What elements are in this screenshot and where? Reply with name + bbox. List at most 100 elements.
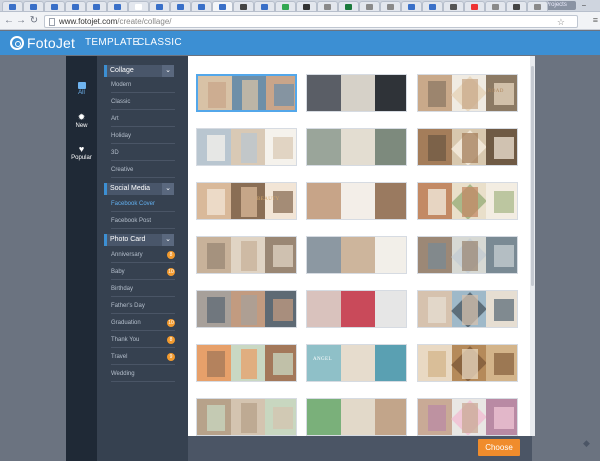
template-photo-block [494,353,514,375]
browser-tab[interactable] [275,1,296,11]
category-item[interactable]: Birthday [111,281,175,297]
tab-favicon-icon [240,4,247,10]
browser-tab[interactable] [380,1,401,11]
rail-item-popular[interactable]: ♥ Popular [66,144,97,161]
browser-tab[interactable] [422,1,443,11]
category-item[interactable]: Anniversary 8 [111,247,175,263]
browser-tab[interactable] [527,1,548,11]
category-item[interactable]: Classic [111,94,175,110]
template-thumbnail[interactable] [417,182,518,220]
browser-tab[interactable] [485,1,506,11]
browser-tab[interactable] [23,1,44,11]
category-header-social-media[interactable]: Social Media ⌄ [104,183,174,195]
category-item[interactable]: Baby 10 [111,264,175,280]
bookmark-star-icon[interactable]: ☆ [557,17,565,28]
category-item[interactable]: Creative [111,162,175,178]
template-photo-block [241,349,257,379]
template-thumbnail[interactable] [196,344,297,382]
category-item[interactable]: Facebook Post [111,213,175,229]
browser-menu-icon[interactable]: ≡ [593,15,598,25]
browser-tab[interactable] [65,1,86,11]
category-item[interactable]: 3D [111,145,175,161]
category-item[interactable]: Modern [111,77,175,93]
reload-icon[interactable]: ↻ [28,15,40,27]
browser-tab[interactable] [359,1,380,11]
browser-tab[interactable] [506,1,527,11]
category-item[interactable]: Graduation 10 [111,315,175,331]
template-thumbnail[interactable]: BEAUTY [196,182,297,220]
vertical-scrollbar[interactable] [530,56,535,436]
category-item[interactable]: Holiday [111,128,175,144]
scroll-top-icon[interactable]: ◆ [583,438,590,449]
chevron-down-icon[interactable]: ⌄ [162,183,174,195]
template-thumbnail[interactable] [417,128,518,166]
category-header-photo-card[interactable]: Photo Card ⌄ [104,234,174,246]
browser-tab[interactable] [44,1,65,11]
address-bar[interactable]: www.fotojet.com/create/collage/ ☆ [44,15,578,28]
template-photo-block [462,133,478,163]
category-panel: Collage ⌄ Modern Classic Art Holiday 3D … [97,56,188,461]
template-thumbnail[interactable] [196,236,297,274]
browser-tab[interactable] [212,1,233,11]
category-item[interactable]: Father's Day [111,298,175,314]
left-icon-rail: All ✹ New ♥ Popular [66,56,97,461]
browser-tab[interactable] [2,1,23,11]
template-thumbnail[interactable]: ANGEL [306,344,407,382]
browser-tab[interactable] [254,1,275,11]
new-count-badge: 10 [167,319,175,327]
browser-toolbar: ← → ↻ www.fotojet.com/create/collage/ ☆ … [0,12,600,30]
category-item[interactable]: Thank You 8 [111,332,175,348]
back-arrow-icon[interactable]: ← [3,15,15,27]
choose-button[interactable]: Choose [478,439,520,456]
browser-tab[interactable] [233,1,254,11]
template-thumbnail[interactable] [196,128,297,166]
category-item-facebook-cover[interactable]: Facebook Cover [111,196,175,212]
template-thumbnail[interactable] [306,236,407,274]
chevron-down-icon[interactable]: ⌄ [162,234,174,246]
category-item[interactable]: Art [111,111,175,127]
rail-item-new[interactable]: ✹ New [66,112,97,129]
browser-tab[interactable] [128,1,149,11]
tab-template[interactable]: TEMPLATE [85,37,139,48]
template-thumbnail[interactable] [306,398,407,436]
browser-tab[interactable] [296,1,317,11]
browser-tab[interactable] [443,1,464,11]
template-photo-block [307,75,341,111]
browser-tab[interactable] [464,1,485,11]
template-photo-block [428,135,446,161]
template-photo-block [307,237,341,273]
browser-tab[interactable] [317,1,338,11]
template-thumbnail[interactable] [306,182,407,220]
template-thumbnail[interactable]: ROAD [417,74,518,112]
template-thumbnail[interactable] [417,236,518,274]
template-thumbnail[interactable] [196,74,297,112]
template-thumbnail[interactable] [417,398,518,436]
browser-tab[interactable] [86,1,107,11]
template-thumbnail[interactable] [306,128,407,166]
template-thumbnail[interactable] [196,398,297,436]
template-thumbnail[interactable] [417,344,518,382]
template-thumbnail[interactable] [306,74,407,112]
category-header-collage[interactable]: Collage ⌄ [104,65,174,77]
category-item[interactable]: Travel 9 [111,349,175,365]
template-photo-block [341,183,375,219]
browser-tab[interactable] [149,1,170,11]
browser-tab[interactable] [107,1,128,11]
browser-tab[interactable] [191,1,212,11]
forward-arrow-icon[interactable]: → [15,15,27,27]
category-item[interactable]: Wedding [111,366,175,382]
new-count-badge: 8 [167,251,175,259]
fotojet-logo[interactable]: FotoJet [10,34,75,52]
scroll-thumb[interactable] [531,66,534,286]
template-thumbnail[interactable] [417,290,518,328]
template-thumbnail[interactable] [306,290,407,328]
chevron-down-icon[interactable]: ⌄ [162,65,174,77]
rail-item-all[interactable]: All [66,82,97,96]
window-minimize-icon[interactable]: – [578,1,590,10]
tab-classic[interactable]: CLASSIC [137,37,182,48]
template-thumbnail[interactable] [196,290,297,328]
template-photo-block [207,189,225,215]
browser-tab[interactable] [401,1,422,11]
browser-tab[interactable] [338,1,359,11]
browser-tab[interactable] [170,1,191,11]
